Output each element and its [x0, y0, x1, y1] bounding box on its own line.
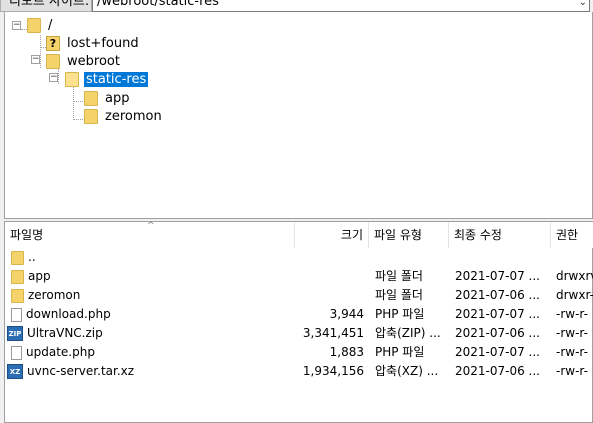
- file-type: PHP 파일: [375, 345, 425, 359]
- folder-icon: [84, 108, 98, 124]
- tree-node-label: webroot: [67, 53, 120, 69]
- file-permissions: -rw-r-: [556, 345, 588, 359]
- tree-connector: [40, 35, 41, 68]
- file-name: UltraVNC.zip: [27, 326, 103, 340]
- remote-site-label: 리모트 사이트:: [0, 0, 92, 12]
- column-header-modified[interactable]: 최종 수정: [449, 222, 551, 248]
- file-row[interactable]: app 파일 폴더 2021-07-07 ... drwxrv: [5, 267, 593, 286]
- remote-directory-tree[interactable]: − − − / ? lost+found webroot static-res …: [4, 12, 593, 219]
- file-type: 파일 폴더: [375, 288, 423, 302]
- file-permissions: -rw-r-: [556, 364, 588, 378]
- file-type: 압축(ZIP) ...: [375, 326, 441, 340]
- file-name-cell: ..: [11, 248, 291, 267]
- file-modified: 2021-07-07 ...: [455, 307, 540, 321]
- tree-node-lost-found[interactable]: ? lost+found: [46, 34, 141, 52]
- file-name: update.php: [26, 345, 95, 359]
- file-name: zeromon: [28, 288, 81, 302]
- folder-icon: [46, 53, 60, 69]
- file-size: [295, 286, 364, 305]
- file-row[interactable]: update.php 1,883 PHP 파일 2021-07-07 ... -…: [5, 343, 593, 362]
- file-name-cell: zeromon: [11, 286, 291, 305]
- folder-open-icon: [65, 71, 79, 87]
- document-icon: [11, 345, 22, 360]
- folder-icon: [11, 288, 24, 303]
- column-header-size[interactable]: 크기: [295, 222, 369, 248]
- file-modified: 2021-07-06 ...: [455, 288, 540, 302]
- file-row[interactable]: zeromon 파일 폴더 2021-07-06 ... drwxr-: [5, 286, 593, 305]
- collapse-toggle-icon[interactable]: −: [49, 73, 58, 82]
- remote-path-input[interactable]: /webroot/static-res: [92, 0, 590, 12]
- file-size: 3,341,451: [302, 326, 364, 340]
- file-row[interactable]: download.php 3,944 PHP 파일 2021-07-07 ...…: [5, 305, 593, 324]
- file-permissions: -rw-r-: [556, 307, 588, 321]
- tree-node-label: app: [105, 90, 130, 106]
- file-type: 파일 폴더: [375, 269, 423, 283]
- file-permissions: drwxrv: [556, 269, 593, 283]
- file-type: 압축(XZ) ...: [375, 364, 439, 378]
- xz-icon: XZ: [7, 364, 23, 379]
- folder-icon: [11, 269, 24, 284]
- file-row-parent[interactable]: ..: [5, 248, 593, 267]
- collapse-toggle-icon[interactable]: −: [31, 55, 40, 64]
- chevron-down-icon[interactable]: ⌄: [579, 0, 587, 8]
- file-name-cell: update.php: [11, 343, 291, 362]
- file-modified: 2021-07-06 ...: [455, 364, 540, 378]
- file-size: 1,934,156: [302, 364, 364, 378]
- question-folder-icon: ?: [46, 35, 60, 51]
- file-size: 1,883: [329, 345, 364, 359]
- file-list-header: ^ 파일명 크기 파일 유형 최종 수정 권한: [5, 221, 593, 248]
- tree-node-app[interactable]: app: [84, 89, 131, 107]
- document-icon: [11, 307, 22, 322]
- tree-node-label: /: [48, 17, 53, 33]
- tree-node-zeromon[interactable]: zeromon: [84, 107, 164, 125]
- file-row[interactable]: XZ uvnc-server.tar.xz 1,934,156 압축(XZ) ..…: [5, 362, 593, 381]
- tree-node-label: lost+found: [67, 35, 139, 51]
- tree-node-webroot[interactable]: webroot: [46, 52, 122, 70]
- remote-site-bar: 리모트 사이트: /webroot/static-res ⌄: [0, 0, 593, 12]
- file-row[interactable]: ZIP UltraVNC.zip 3,341,451 압축(ZIP) ... 20…: [5, 324, 593, 343]
- file-name: app: [28, 269, 51, 283]
- column-header-filename[interactable]: 파일명: [5, 222, 295, 248]
- file-name-cell: XZ uvnc-server.tar.xz: [7, 362, 291, 381]
- remote-file-list[interactable]: ^ 파일명 크기 파일 유형 최종 수정 권한 .. app 파일 폴더 202…: [4, 221, 593, 423]
- file-modified: 2021-07-07 ...: [455, 269, 540, 283]
- file-permissions: -rw-r-: [556, 326, 588, 340]
- file-name: ..: [28, 250, 36, 264]
- tree-connector: [73, 86, 74, 120]
- tree-connector: [58, 68, 59, 84]
- collapse-toggle-icon[interactable]: −: [12, 21, 21, 30]
- file-permissions: drwxr-: [556, 288, 593, 302]
- folder-icon: [27, 17, 41, 33]
- folder-icon: [84, 90, 98, 106]
- file-modified: 2021-07-07 ...: [455, 345, 540, 359]
- tree-node-static-res[interactable]: static-res: [65, 70, 149, 88]
- file-name-cell: download.php: [11, 305, 291, 324]
- tree-node-label: zeromon: [105, 108, 162, 124]
- tree-node-label: static-res: [84, 71, 149, 87]
- column-header-permissions[interactable]: 권한: [551, 222, 593, 248]
- tree-connector: [73, 101, 83, 102]
- file-name-cell: ZIP UltraVNC.zip: [7, 324, 291, 343]
- folder-icon: [11, 250, 24, 265]
- file-modified: 2021-07-06 ...: [455, 326, 540, 340]
- file-name: download.php: [26, 307, 111, 321]
- file-size: [295, 267, 364, 286]
- tree-node-root[interactable]: /: [27, 16, 54, 34]
- file-name-cell: app: [11, 267, 291, 286]
- tree-connector: [73, 119, 83, 120]
- zip-icon: ZIP: [7, 326, 23, 341]
- file-size: 3,944: [329, 307, 364, 321]
- column-header-type[interactable]: 파일 유형: [369, 222, 449, 248]
- file-name: uvnc-server.tar.xz: [27, 364, 135, 378]
- file-type: PHP 파일: [375, 307, 425, 321]
